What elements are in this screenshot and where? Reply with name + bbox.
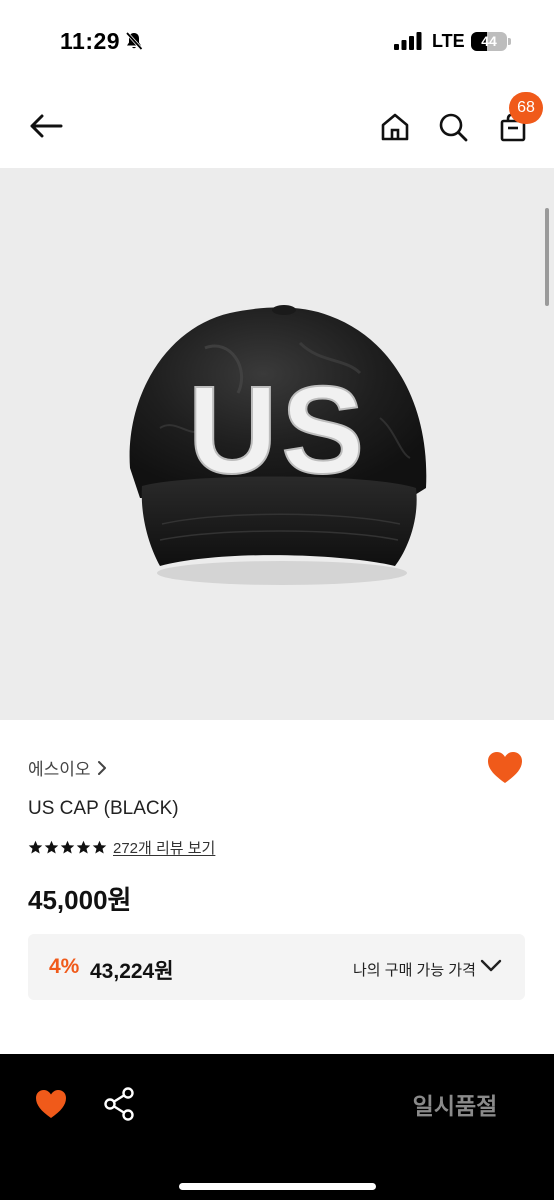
- bell-muted-icon: [125, 31, 143, 51]
- battery-icon: 44: [471, 32, 511, 51]
- network-label: LTE: [432, 31, 465, 51]
- star-icon: [44, 840, 59, 853]
- app-header: [0, 84, 554, 168]
- share-icon[interactable]: [102, 1086, 136, 1122]
- heart-icon[interactable]: [34, 1088, 68, 1120]
- star-icon: [92, 840, 107, 853]
- brand-name: 에스이오: [28, 760, 91, 779]
- home-button[interactable]: [374, 106, 416, 148]
- star-icon: [76, 840, 91, 853]
- status-bar: 11:29 LTE 44: [0, 0, 554, 84]
- chevron-right-icon: [97, 760, 106, 775]
- search-icon: [439, 113, 468, 142]
- product-image: US: [129, 305, 427, 585]
- product-price: 45,000원: [28, 885, 132, 915]
- discount-label: 나의 구매 가능 가격: [353, 962, 476, 979]
- cap-lettering: US: [188, 362, 368, 500]
- signal-icon: [394, 32, 422, 50]
- back-button[interactable]: [24, 106, 68, 146]
- brand-link[interactable]: 에스이오: [28, 755, 107, 780]
- battery-level: 44: [481, 33, 497, 49]
- home-icon: [381, 113, 409, 141]
- review-link[interactable]: 272개 리뷰 보기: [113, 837, 215, 858]
- home-indicator[interactable]: [179, 1183, 376, 1190]
- product-gallery[interactable]: US: [0, 168, 554, 720]
- bottom-action-bar: 일시품절: [0, 1054, 554, 1200]
- wishlist-heart-icon[interactable]: [486, 750, 524, 786]
- cart-count-badge: 68: [509, 92, 543, 124]
- status-time: 11:29: [60, 28, 121, 54]
- star-icon: [60, 840, 75, 853]
- search-button[interactable]: [432, 106, 474, 148]
- rating-row: 272개 리뷰 보기: [28, 837, 215, 857]
- gallery-scrollbar[interactable]: [545, 208, 549, 306]
- soldout-button[interactable]: 일시품절: [380, 1082, 530, 1126]
- chevron-down-icon: [480, 959, 502, 972]
- star-rating: [28, 840, 107, 855]
- discount-price-box[interactable]: 4% 43,224원 나의 구매 가능 가격: [28, 934, 525, 1000]
- discount-price: 43,224원: [90, 960, 174, 983]
- product-title: US CAP (BLACK): [28, 798, 179, 819]
- back-arrow-icon: [30, 114, 63, 138]
- star-icon: [28, 840, 43, 853]
- discount-rate: 4%: [49, 955, 80, 978]
